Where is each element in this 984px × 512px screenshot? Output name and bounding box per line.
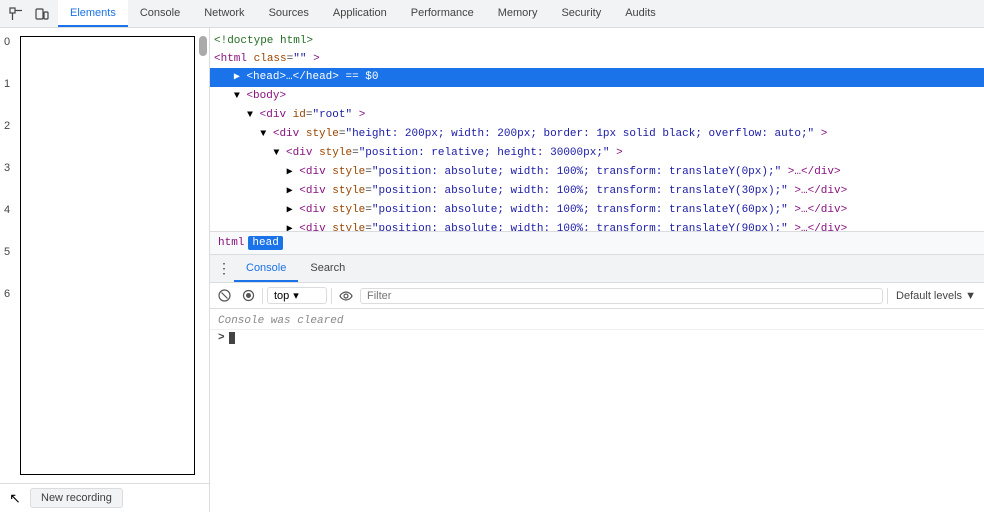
line-num-1: 1: [4, 78, 10, 90]
breadcrumb-bar: html head: [210, 231, 984, 255]
console-cleared-message: Console was cleared: [210, 313, 984, 330]
console-output: Console was cleared >: [210, 309, 984, 512]
tab-audits[interactable]: Audits: [613, 0, 668, 27]
nav-icons: [0, 2, 58, 26]
tab-application[interactable]: Application: [321, 0, 399, 27]
preview-canvas: 0 1 2 3 4 5 6: [0, 28, 209, 483]
prompt-cursor: [229, 332, 235, 344]
tree-line-doctype[interactable]: <!doctype html>: [210, 32, 984, 50]
cursor-icon: ↖: [8, 491, 22, 505]
body-triangle[interactable]: ▼: [234, 91, 240, 102]
row0-triangle[interactable]: ▶: [287, 167, 293, 178]
tab-elements[interactable]: Elements: [58, 0, 128, 27]
line-num-2: 2: [4, 120, 10, 132]
class-value: "": [293, 53, 306, 65]
inner-triangle[interactable]: ▼: [273, 148, 279, 159]
breadcrumb-head[interactable]: head: [248, 236, 282, 250]
head-triangle[interactable]: ▶: [234, 72, 240, 83]
toolbar-divider-2: [331, 288, 332, 304]
preview-scrollbar-thumb: [199, 36, 207, 56]
toolbar-divider-3: [887, 288, 888, 304]
clear-console-button[interactable]: [214, 286, 234, 306]
elements-tree[interactable]: <!doctype html> <html class="" > ▶ <head…: [210, 28, 984, 231]
tab-memory[interactable]: Memory: [486, 0, 550, 27]
tab-search-panel[interactable]: Search: [298, 255, 357, 282]
log-levels-button[interactable]: Default levels ▼: [892, 289, 980, 303]
main-area: 0 1 2 3 4 5 6 ↖ New recording <!doctype …: [0, 28, 984, 512]
console-tabs-bar: ⋮ Console Search: [210, 255, 984, 283]
toolbar-divider-1: [262, 288, 263, 304]
tab-console-panel[interactable]: Console: [234, 255, 298, 282]
context-value: top: [274, 290, 289, 302]
devtools-tabs: Elements Console Network Sources Applica…: [58, 0, 984, 27]
log-levels-label: Default levels ▼: [896, 290, 976, 302]
context-chevron-icon: ▾: [293, 289, 299, 302]
line-numbers: 0 1 2 3 4 5 6: [4, 36, 10, 300]
tab-sources[interactable]: Sources: [257, 0, 321, 27]
outer-triangle[interactable]: ▼: [260, 129, 266, 140]
tab-performance[interactable]: Performance: [399, 0, 486, 27]
tree-line-root-div[interactable]: ▼ <div id="root" >: [210, 106, 984, 125]
tab-console[interactable]: Console: [128, 0, 192, 27]
line-num-3: 3: [4, 162, 10, 174]
line-num-0: 0: [4, 36, 10, 48]
body-tag: <body>: [246, 90, 286, 102]
tree-line-html[interactable]: <html class="" >: [210, 50, 984, 68]
tree-line-outer-div[interactable]: ▼ <div style="height: 200px; width: 200p…: [210, 125, 984, 144]
preview-panel: 0 1 2 3 4 5 6 ↖ New recording: [0, 28, 210, 512]
row90-triangle[interactable]: ▶: [287, 224, 293, 231]
row60-triangle[interactable]: ▶: [287, 205, 293, 216]
tree-line-row-60px[interactable]: ▶ <div style="position: absolute; width:…: [210, 201, 984, 220]
html-tag: <html: [214, 53, 247, 65]
preview-content-box: [20, 36, 195, 475]
row30-triangle[interactable]: ▶: [287, 186, 293, 197]
tab-security[interactable]: Security: [549, 0, 613, 27]
doctype-text: <!doctype html>: [214, 35, 313, 47]
console-toolbar: top ▾ Default levels ▼: [210, 283, 984, 309]
devtools-navbar: Elements Console Network Sources Applica…: [0, 0, 984, 28]
tree-line-body[interactable]: ▼ <body>: [210, 87, 984, 106]
eye-icon-button[interactable]: [336, 286, 356, 306]
console-more-icon[interactable]: ⋮: [214, 259, 234, 279]
tree-line-row-0px[interactable]: ▶ <div style="position: absolute; width:…: [210, 163, 984, 182]
preview-bottom-bar: ↖ New recording: [0, 483, 209, 512]
class-attr: class: [254, 53, 287, 65]
prompt-arrow-icon: >: [218, 332, 225, 344]
cleared-text: Console was cleared: [218, 315, 343, 327]
devtools-right-panel: <!doctype html> <html class="" > ▶ <head…: [210, 28, 984, 512]
line-num-5: 5: [4, 246, 10, 258]
line-num-4: 4: [4, 204, 10, 216]
stop-recording-button[interactable]: [238, 286, 258, 306]
console-prompt-line[interactable]: >: [210, 330, 984, 346]
tree-line-row-30px[interactable]: ▶ <div style="position: absolute; width:…: [210, 182, 984, 201]
tree-line-row-90px[interactable]: ▶ <div style="position: absolute; width:…: [210, 220, 984, 231]
console-filter-input[interactable]: [360, 288, 883, 304]
breadcrumb-html[interactable]: html: [218, 237, 244, 249]
tab-network[interactable]: Network: [192, 0, 256, 27]
element-picker-button[interactable]: [4, 2, 28, 26]
root-triangle[interactable]: ▼: [247, 110, 253, 121]
line-num-6: 6: [4, 288, 10, 300]
tree-line-head[interactable]: ▶ <head>…</head> == $0: [210, 68, 984, 87]
context-selector[interactable]: top ▾: [267, 287, 327, 304]
tree-line-inner-div[interactable]: ▼ <div style="position: relative; height…: [210, 144, 984, 163]
new-recording-button[interactable]: New recording: [30, 488, 123, 508]
head-tag: <head>…</head>: [246, 71, 338, 83]
device-toolbar-button[interactable]: [30, 2, 54, 26]
